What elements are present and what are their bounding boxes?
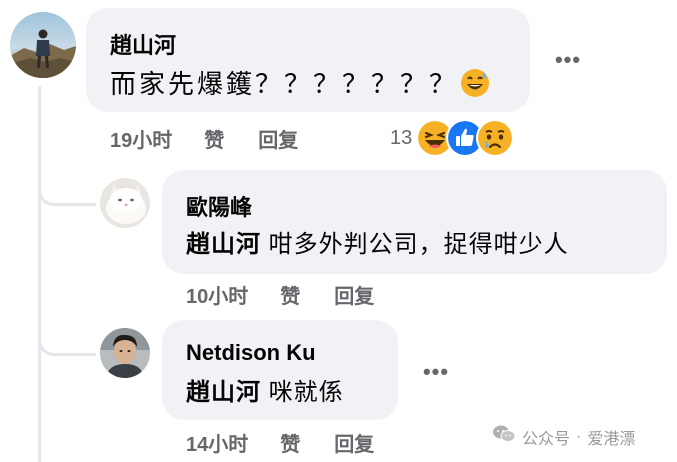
wechat-icon [492, 424, 516, 449]
comment-actions-reply-1: 10小时 赞 回复 [186, 280, 374, 309]
sad-reaction-icon [476, 119, 515, 157]
thread-branch-line [38, 330, 96, 356]
comment-bubble-reply-2: Netdison Ku 趙山河 咪就係 [162, 320, 398, 420]
watermark-separator: · [576, 427, 582, 445]
watermark-source: 公众号 [522, 430, 571, 448]
comment-timestamp[interactable]: 10小时 [186, 280, 248, 309]
reaction-icons [416, 119, 515, 157]
mention-link[interactable]: 趙山河 [186, 231, 261, 258]
comment-text: 而家先爆鑊？？？？？？？ [110, 64, 490, 105]
avatar-reply-1[interactable] [100, 178, 150, 228]
watermark: 公众号 · 爱港漂 [492, 424, 635, 449]
comment-timestamp[interactable]: 19小时 [110, 124, 172, 153]
grinning-sweat-emoji-icon [460, 68, 490, 105]
reaction-count: 13 [390, 126, 413, 149]
comment-thread: 趙山河 而家先爆鑊？？？？？？？ ••• 19小时 赞 回复 13 歐陽峰 趙山… [0, 0, 677, 462]
mention-link[interactable]: 趙山河 [186, 379, 261, 406]
like-button[interactable]: 赞 [280, 280, 300, 309]
comment-author[interactable]: 趙山河 [110, 28, 176, 60]
more-options-button[interactable]: ••• [418, 354, 454, 390]
reaction-summary[interactable]: 13 [390, 118, 515, 158]
reply-button[interactable]: 回复 [334, 428, 374, 457]
comment-bubble-main: 趙山河 而家先爆鑊？？？？？？？ [86, 8, 530, 112]
comment-actions-reply-2: 14小时 赞 回复 [186, 428, 374, 457]
reply-text-content: 咪就係 [268, 379, 344, 406]
thread-branch-line [38, 180, 96, 206]
like-button[interactable]: 赞 [204, 124, 224, 153]
like-button[interactable]: 赞 [280, 428, 300, 457]
avatar-reply-2[interactable] [100, 328, 150, 378]
reply-author[interactable]: Netdison Ku [186, 340, 316, 366]
watermark-name: 爱港漂 [587, 430, 636, 448]
reply-text: 趙山河 咪就係 [186, 372, 344, 407]
thread-line [38, 86, 41, 462]
comment-bubble-reply-1: 歐陽峰 趙山河 咁多外判公司，捉得咁少人 [162, 170, 667, 274]
comment-timestamp[interactable]: 14小时 [186, 428, 248, 457]
reply-author[interactable]: 歐陽峰 [186, 190, 252, 222]
reply-button[interactable]: 回复 [258, 124, 298, 153]
reply-button[interactable]: 回复 [334, 280, 374, 309]
reply-text-content: 咁多外判公司，捉得咁少人 [268, 231, 569, 258]
comment-text-content: 而家先爆鑊？？？？？？？ [110, 69, 459, 99]
ellipsis-icon: ••• [422, 359, 450, 384]
avatar-main-commenter[interactable] [10, 12, 76, 78]
reply-text: 趙山河 咁多外判公司，捉得咁少人 [186, 224, 569, 259]
more-options-button[interactable]: ••• [550, 42, 586, 78]
ellipsis-icon: ••• [554, 47, 582, 72]
comment-actions-main: 19小时 赞 回复 [110, 124, 298, 153]
